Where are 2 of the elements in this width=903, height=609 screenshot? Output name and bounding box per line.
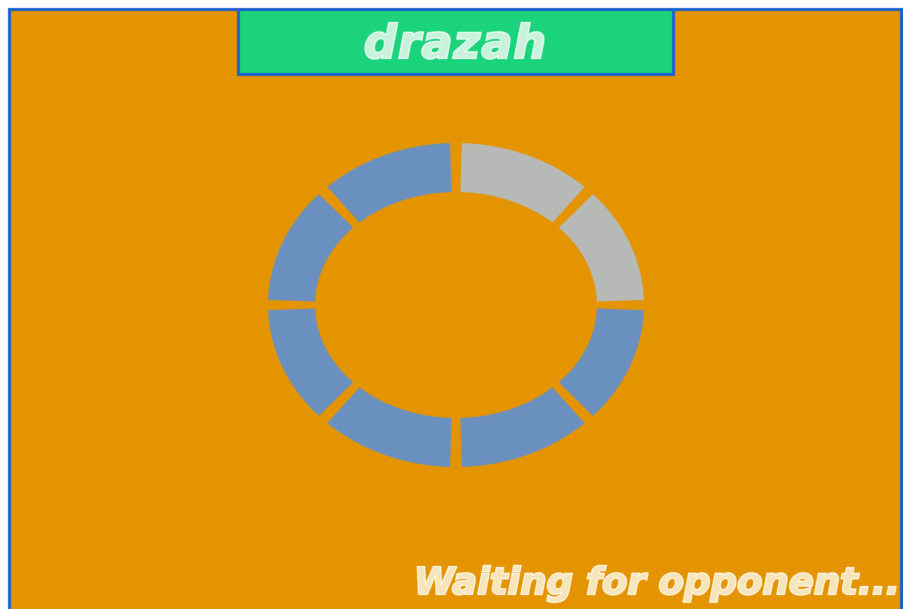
game-title: drazah — [364, 19, 548, 65]
status-message: Waiting for opponent... — [414, 562, 900, 603]
